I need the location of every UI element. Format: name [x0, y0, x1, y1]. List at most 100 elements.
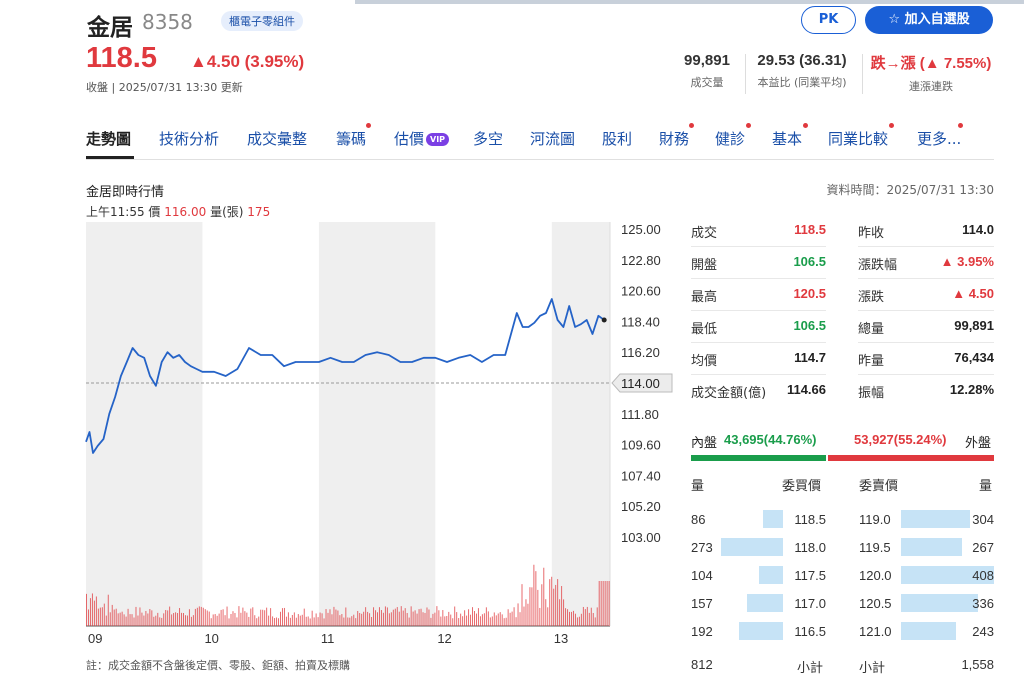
volume-bar: [149, 609, 151, 626]
volume-bar: [430, 617, 432, 626]
volume-bar: [208, 611, 210, 626]
y-tick-label: 105.20: [621, 499, 661, 514]
volume-bar: [161, 617, 163, 626]
volume-bar: [214, 614, 216, 626]
volume-bar: [505, 617, 507, 626]
volume-bar: [295, 617, 297, 626]
volume-bar: [341, 614, 343, 626]
ask-price[interactable]: 120.0: [859, 568, 892, 583]
volume-bar: [432, 613, 434, 626]
bid-volume[interactable]: 104: [691, 568, 713, 583]
ask-volume[interactable]: 243: [944, 624, 994, 639]
bid-price[interactable]: 117.0: [766, 596, 826, 611]
volume-bar: [424, 612, 426, 626]
volume-bar: [212, 614, 214, 626]
ask-volume[interactable]: 408: [944, 568, 994, 583]
volume-bar: [238, 606, 240, 626]
bid-price[interactable]: 117.5: [766, 568, 826, 583]
volume-bar: [218, 613, 220, 626]
quote-value: 12.28%: [949, 382, 994, 397]
volume-bar: [234, 612, 236, 626]
volume-bar: [600, 581, 602, 626]
volume-bar: [511, 611, 513, 626]
bid-price[interactable]: 116.5: [766, 624, 826, 639]
volume-bar: [464, 610, 466, 626]
volume-bar: [582, 606, 584, 626]
volume-bar: [584, 609, 586, 626]
volume-bar: [93, 600, 95, 626]
hour-band: [318, 222, 436, 626]
volume-bar: [472, 607, 474, 626]
volume-bar: [602, 581, 604, 626]
row-divider: [691, 374, 826, 375]
ask-volume[interactable]: 336: [944, 596, 994, 611]
inner-ratio-bar: [691, 455, 826, 461]
volume-bar: [125, 616, 127, 626]
ask-volume[interactable]: 304: [944, 512, 994, 527]
volume-bar: [440, 616, 442, 626]
hour-band: [86, 222, 203, 626]
volume-bar: [91, 593, 93, 626]
outer-label: 外盤: [965, 435, 992, 450]
volume-bar: [266, 607, 268, 626]
volume-bar: [343, 617, 345, 626]
volume-bar: [297, 614, 299, 626]
quote-label: 開盤: [691, 258, 718, 273]
volume-bar: [319, 612, 321, 626]
volume-bar: [139, 607, 141, 626]
volume-bar: [473, 611, 475, 626]
volume-bar: [569, 611, 571, 626]
volume-bar: [137, 615, 139, 626]
volume-bar: [567, 609, 569, 626]
volume-bar: [549, 579, 551, 626]
volume-bar: [272, 616, 274, 626]
bid-price[interactable]: 118.5: [766, 512, 826, 527]
y-tick-label: 111.80: [621, 407, 659, 422]
volume-bar: [281, 608, 283, 626]
volume-bar: [355, 618, 357, 626]
volume-bar: [604, 581, 606, 626]
quote-label: 漲跌幅: [858, 258, 898, 273]
volume-bar: [367, 611, 369, 626]
row-divider: [691, 342, 826, 343]
volume-bar: [420, 608, 422, 626]
quote-value: 114.0: [962, 222, 994, 237]
bid-price[interactable]: 118.0: [766, 540, 826, 555]
bid-volume[interactable]: 273: [691, 540, 713, 555]
volume-bar: [192, 615, 194, 626]
volume-bar: [479, 616, 481, 626]
ask-price[interactable]: 119.5: [859, 540, 891, 555]
volume-bar: [175, 612, 177, 626]
volume-bar: [353, 614, 355, 626]
volume-bar: [301, 614, 303, 626]
volume-bar: [448, 611, 450, 626]
ask-price[interactable]: 119.0: [859, 512, 891, 527]
volume-bar: [95, 596, 97, 626]
volume-bar: [323, 618, 325, 626]
volume-bar: [574, 613, 576, 626]
volume-bar: [487, 611, 489, 626]
volume-bar: [539, 607, 541, 626]
bid-volume[interactable]: 192: [691, 624, 713, 639]
volume-bar: [357, 610, 359, 626]
ask-volume[interactable]: 267: [944, 540, 994, 555]
volume-bar: [182, 613, 184, 626]
chart-note: 註：成交金額不含盤後定價、零股、鉅額、拍賣及標購: [86, 659, 350, 672]
volume-bar: [327, 612, 329, 626]
volume-bar: [361, 613, 363, 626]
bid-volume[interactable]: 157: [691, 596, 713, 611]
volume-bar: [608, 581, 610, 626]
volume-bar: [375, 610, 377, 626]
volume-bar: [349, 617, 351, 626]
volume-bar: [596, 607, 598, 626]
volume-bar: [507, 609, 509, 626]
volume-bar: [163, 613, 165, 626]
bid-volume[interactable]: 86: [691, 512, 705, 527]
volume-bar: [422, 612, 424, 626]
ask-price[interactable]: 121.0: [859, 624, 892, 639]
inner-value: 43,695(44.76%): [724, 432, 817, 447]
ask-price[interactable]: 120.5: [859, 596, 892, 611]
volume-bar: [86, 593, 87, 626]
quote-label: 振幅: [858, 386, 885, 401]
volume-bar: [489, 617, 491, 626]
